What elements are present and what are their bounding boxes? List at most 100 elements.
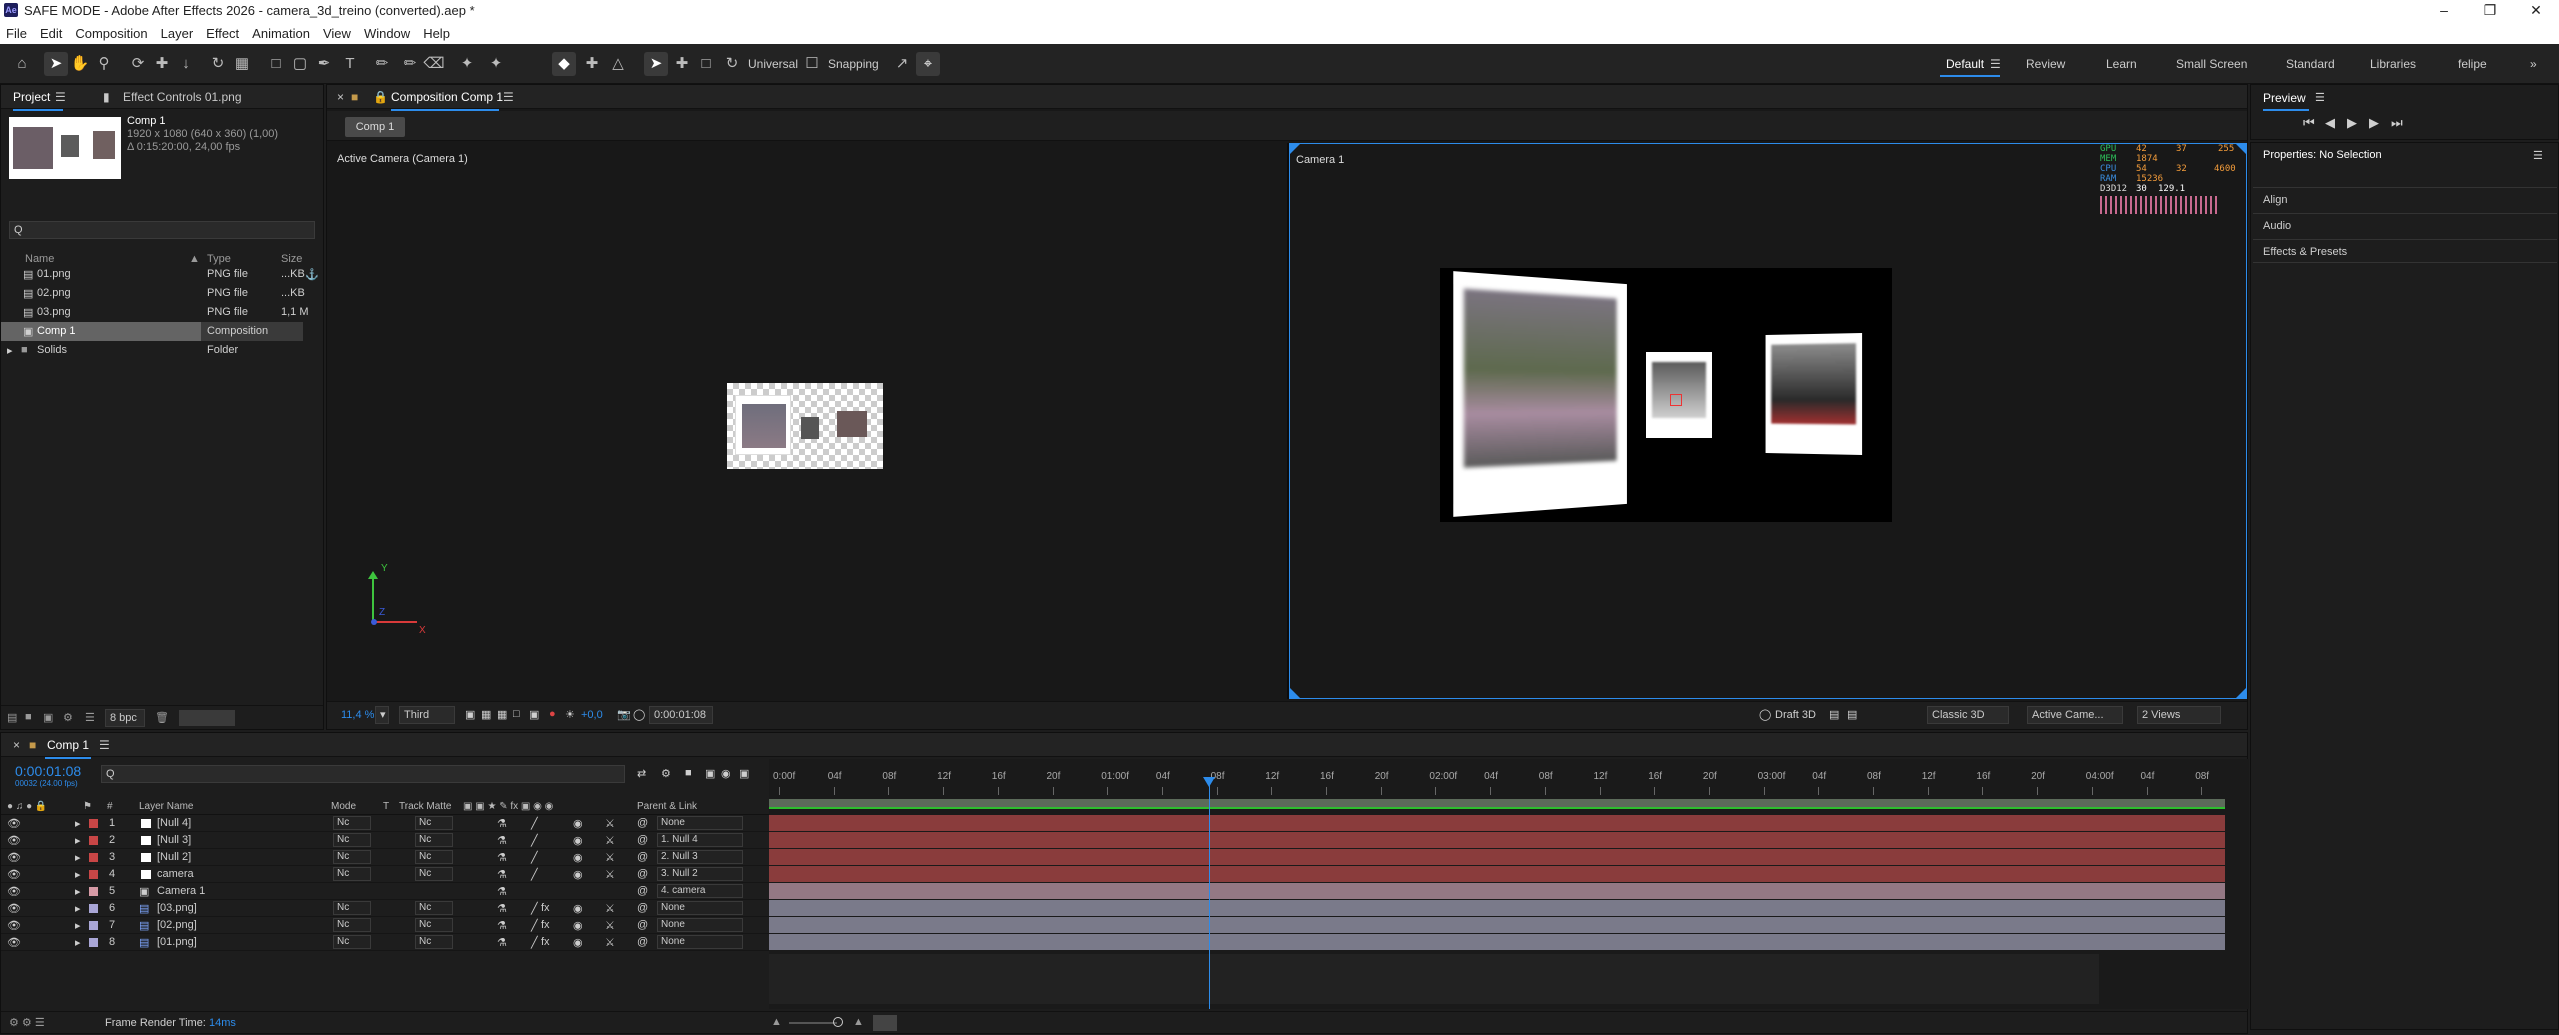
layer-name[interactable]: [Null 2]: [157, 851, 191, 863]
work-area-bar[interactable]: [769, 799, 2225, 807]
3d-layer-switch-icon[interactable]: ⚔: [605, 902, 615, 915]
timeline-search-input[interactable]: Q: [101, 765, 625, 783]
world-axis-icon[interactable]: ✚: [580, 52, 604, 76]
motion-blur-icon[interactable]: ◉: [721, 767, 731, 780]
tab-effect-controls[interactable]: Effect Controls 01.png: [123, 90, 242, 104]
universal-rotate-icon[interactable]: ↻: [720, 52, 744, 76]
track-matte-dropdown[interactable]: Nc: [415, 833, 453, 847]
rotation-tool-icon[interactable]: ↻: [206, 52, 230, 76]
type-tool-icon[interactable]: T: [338, 52, 362, 76]
pick-whip-icon[interactable]: @: [637, 834, 648, 846]
menu-animation[interactable]: Animation: [252, 26, 310, 41]
draft-3d-icon[interactable]: ◯: [1759, 708, 1771, 721]
workspace-standard[interactable]: Standard: [2286, 57, 2335, 71]
effects-presets-section[interactable]: Effects & Presets: [2253, 239, 2557, 263]
play-icon[interactable]: ▶: [2347, 115, 2357, 131]
close-tab-icon[interactable]: ×: [337, 90, 344, 104]
motion-blur-switch-icon[interactable]: ◉: [573, 902, 583, 915]
column-size[interactable]: Size: [281, 253, 302, 265]
view-axis-icon[interactable]: △: [606, 52, 630, 76]
zoom-tool-icon[interactable]: ⚲: [92, 52, 116, 76]
layer-bar-8[interactable]: [769, 934, 2225, 950]
shy-switch-icon[interactable]: ⚗: [497, 919, 507, 932]
layer-label-color[interactable]: [89, 836, 98, 845]
interpret-footage-icon[interactable]: ▤: [7, 711, 17, 724]
tab-timeline-comp1[interactable]: Comp 1: [47, 738, 89, 752]
dolly-camera-icon[interactable]: ↓: [174, 52, 198, 76]
3d-layer-switch-icon[interactable]: ⚔: [605, 851, 615, 864]
minimize-icon[interactable]: –: [2421, 0, 2467, 22]
close-icon[interactable]: ✕: [2513, 0, 2559, 22]
timeline-current-time[interactable]: 0:00:01:08: [15, 763, 81, 779]
3d-layer-03[interactable]: [1765, 332, 1863, 456]
parent-dropdown[interactable]: None: [657, 901, 743, 915]
workspace-small-screen[interactable]: Small Screen: [2176, 57, 2247, 71]
layer-bar-6[interactable]: [769, 900, 2225, 916]
3d-ground-plane-icon[interactable]: ▤: [1847, 708, 1857, 721]
3d-view-dropdown[interactable]: Active Came...: [2027, 706, 2123, 724]
workspace-learn[interactable]: Learn: [2106, 57, 2137, 71]
shy-switch-icon[interactable]: ⚗: [497, 902, 507, 915]
exposure-value[interactable]: +0,0: [581, 709, 603, 721]
blend-mode-dropdown[interactable]: Nc: [333, 850, 371, 864]
audio-section[interactable]: Audio: [2253, 213, 2557, 237]
project-item-02[interactable]: ▤ 02.png PNG file ...KB: [1, 284, 323, 303]
workspace-review[interactable]: Review: [2026, 57, 2065, 71]
project-menu-icon[interactable]: ☰: [55, 90, 66, 104]
preview-menu-icon[interactable]: ☰: [2315, 91, 2325, 104]
exposure-icon[interactable]: ☀: [565, 708, 575, 721]
visibility-eye-icon[interactable]: 👁: [7, 868, 21, 881]
3d-box-icon[interactable]: ▢: [288, 52, 312, 76]
motion-blur-switch-icon[interactable]: ◉: [573, 868, 583, 881]
pan-behind-icon[interactable]: ▦: [230, 52, 254, 76]
first-frame-icon[interactable]: ⏮: [2303, 115, 2315, 131]
pick-whip-icon[interactable]: @: [637, 919, 648, 931]
snapshot-icon[interactable]: 📷: [617, 708, 631, 721]
twirl-arrow-icon[interactable]: ▸: [75, 919, 81, 932]
tab-composition[interactable]: Composition Comp 1: [391, 90, 503, 104]
layer-row-8[interactable]: 👁 ▸ 8 ▤ [01.png] Nc Nc ⚗ ╱ fx ◉ ⚔ @ None: [1, 934, 769, 951]
twirl-arrow-icon[interactable]: ▸: [75, 868, 81, 881]
layer-row-1[interactable]: 👁 ▸ 1 [Null 4] Nc Nc ⚗ ╱ ◉ ⚔ @ None: [1, 815, 769, 832]
tab-project[interactable]: Project: [13, 90, 50, 104]
magnification-value[interactable]: 11,4 %: [341, 709, 374, 721]
snap-edge-icon[interactable]: ↗: [890, 52, 914, 76]
timeline-menu-icon[interactable]: ☰: [99, 738, 110, 752]
track-matte-dropdown[interactable]: Nc: [415, 901, 453, 915]
time-graph[interactable]: 0:00f 04f 08f 12f 16f 20f 01:00f 04f 08f 12f 16f 20…: [769, 759, 2249, 1009]
menu-view[interactable]: View: [323, 26, 351, 41]
motion-blur-switch-icon[interactable]: ◉: [573, 851, 583, 864]
menu-layer[interactable]: Layer: [161, 26, 194, 41]
project-item-comp1[interactable]: ▣ Comp 1 Composition: [1, 322, 303, 341]
layer-bar-5[interactable]: [769, 883, 2225, 899]
composition-menu-icon[interactable]: ☰: [503, 90, 514, 104]
extended-viewer-icon[interactable]: ▤: [1829, 708, 1839, 721]
layer-label-color[interactable]: [89, 819, 98, 828]
quality-switch-icon[interactable]: ╱: [531, 868, 538, 881]
3d-scale-icon[interactable]: □: [694, 52, 718, 76]
column-t[interactable]: T: [383, 801, 389, 812]
parent-dropdown[interactable]: 4. camera: [657, 884, 743, 898]
parent-dropdown[interactable]: 3. Null 2: [657, 867, 743, 881]
motion-blur-switch-icon[interactable]: ◉: [573, 919, 583, 932]
flowchart-icon[interactable]: ☰: [85, 711, 95, 724]
track-matte-dropdown[interactable]: Nc: [415, 850, 453, 864]
right-viewer[interactable]: Camera 1 GPU MEM CPU RAM D3D12 42 1874 5…: [1289, 143, 2247, 699]
draft-3d-toggle[interactable]: Draft 3D: [1775, 709, 1816, 721]
menu-composition[interactable]: Composition: [75, 26, 147, 41]
layer-bar-4[interactable]: [769, 866, 2225, 882]
home-icon[interactable]: ⌂: [10, 52, 34, 76]
motion-blur-switch-icon[interactable]: ◉: [573, 817, 583, 830]
pick-whip-icon[interactable]: @: [637, 885, 648, 897]
selection-tool-icon[interactable]: ➤: [44, 52, 68, 76]
mask-visibility-icon[interactable]: □: [513, 708, 520, 720]
menu-effect[interactable]: Effect: [206, 26, 239, 41]
draft-3d-timeline-icon[interactable]: ⚙: [661, 767, 671, 780]
new-comp-icon[interactable]: ▣: [43, 711, 53, 724]
left-viewer[interactable]: Active Camera (Camera 1) Y Z X: [327, 143, 1285, 699]
comp-breadcrumb-button[interactable]: Comp 1: [345, 117, 405, 137]
visibility-eye-icon[interactable]: 👁: [7, 834, 21, 847]
parent-dropdown[interactable]: None: [657, 816, 743, 830]
project-item-solids[interactable]: ▸ ■ Solids Folder: [1, 341, 323, 360]
blend-mode-dropdown[interactable]: Nc: [333, 901, 371, 915]
